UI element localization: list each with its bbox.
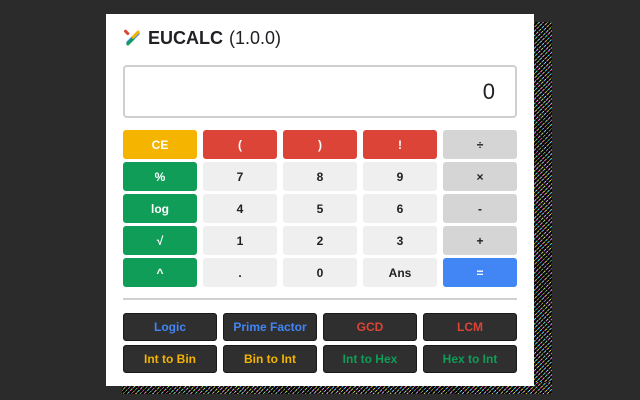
factorial-button[interactable]: ! <box>363 130 437 159</box>
int-to-bin-button[interactable]: Int to Bin <box>123 345 217 373</box>
multiply-button[interactable]: × <box>443 162 517 191</box>
subtract-button[interactable]: - <box>443 194 517 223</box>
calculator-popup: EUCALC (1.0.0) 0 CE()! ÷% 7 8 9 × log 4 5 6- √ 1 2 3 +… <box>106 14 534 386</box>
logic-button[interactable]: Logic <box>123 313 217 341</box>
background-noise <box>532 22 552 392</box>
percent-button[interactable]: % <box>123 162 197 191</box>
open-paren-button[interactable]: ( <box>203 130 277 159</box>
int-to-hex-button[interactable]: Int to Hex <box>323 345 417 373</box>
keypad: CE()! ÷% 7 8 9 × log 4 5 6- √ 1 2 3 + ^. 0 Ans = <box>123 130 517 287</box>
add-button[interactable]: + <box>443 226 517 255</box>
prime-factor-button[interactable]: Prime Factor <box>223 313 317 341</box>
app-name: EUCALC <box>148 27 223 48</box>
calculator-display[interactable]: 0 <box>123 65 517 118</box>
digit-4-button[interactable]: 4 <box>203 194 277 223</box>
app-header: EUCALC (1.0.0) <box>124 26 281 50</box>
decimal-button[interactable]: . <box>203 258 277 287</box>
pencil-ruler-icon <box>124 29 140 46</box>
divider <box>123 298 517 300</box>
function-buttons: Logic Prime Factor GCD LCM Int to Bin Bin to … <box>123 313 517 373</box>
sqrt-button[interactable]: √ <box>123 226 197 255</box>
digit-6-button[interactable]: 6 <box>363 194 437 223</box>
answer-button[interactable]: Ans <box>363 258 437 287</box>
digit-2-button[interactable]: 2 <box>283 226 357 255</box>
digit-3-button[interactable]: 3 <box>363 226 437 255</box>
bin-to-int-button[interactable]: Bin to Int <box>223 345 317 373</box>
digit-7-button[interactable]: 7 <box>203 162 277 191</box>
power-button[interactable]: ^ <box>123 258 197 287</box>
digit-1-button[interactable]: 1 <box>203 226 277 255</box>
digit-5-button[interactable]: 5 <box>283 194 357 223</box>
clear-entry-button[interactable]: CE <box>123 130 197 159</box>
digit-0-button[interactable]: 0 <box>283 258 357 287</box>
divide-button[interactable]: ÷ <box>443 130 517 159</box>
app-version: (1.0.0) <box>229 27 282 48</box>
close-paren-button[interactable]: ) <box>283 130 357 159</box>
lcm-button[interactable]: LCM <box>423 313 517 341</box>
digit-9-button[interactable]: 9 <box>363 162 437 191</box>
display-value: 0 <box>482 78 495 104</box>
hex-to-int-button[interactable]: Hex to Int <box>423 345 517 373</box>
digit-8-button[interactable]: 8 <box>283 162 357 191</box>
log-button[interactable]: log <box>123 194 197 223</box>
equals-button[interactable]: = <box>443 258 517 287</box>
gcd-button[interactable]: GCD <box>323 313 417 341</box>
